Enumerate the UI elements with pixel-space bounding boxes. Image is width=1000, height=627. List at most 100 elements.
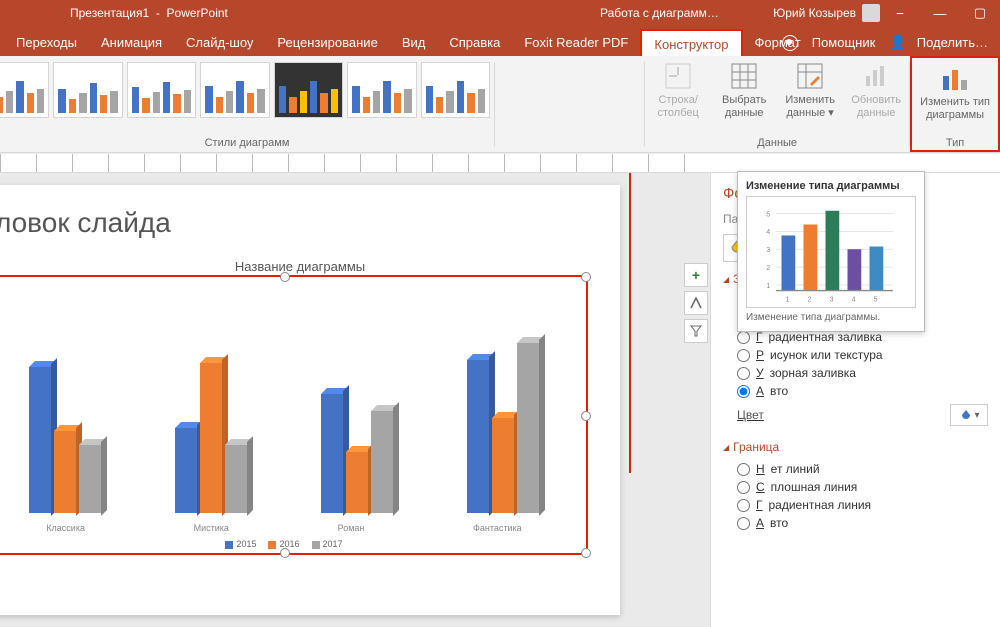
tell-me-icon [782,35,798,51]
select-data-icon [728,60,760,92]
selection-handle[interactable] [280,548,290,558]
chart-style-thumb[interactable] [421,62,490,118]
switch-row-column-icon [662,60,694,92]
window-controls: ⎯ — ▢ [880,0,1000,26]
tooltip-body: Изменение типа диаграммы. [746,312,916,323]
category-label: Фантастика [473,523,522,533]
chart-style-thumb[interactable] [347,62,416,118]
chart-bar[interactable] [346,452,368,513]
legend-item[interactable]: 2015 [225,539,256,549]
group-label-chart-styles: Стили диаграмм [0,137,494,149]
border-section-header[interactable]: Граница [723,440,988,454]
chart-bar[interactable] [492,418,514,513]
tab-foxit[interactable]: Foxit Reader PDF [512,29,640,56]
format-pane: Фо Пара З Нет заливкиСплошная заливкаГра… [710,173,1000,627]
tab-review[interactable]: Рецензирование [265,29,389,56]
fill-color-picker[interactable]: ▾ [950,404,988,426]
chart-styles-button[interactable] [684,291,708,315]
chart-styles-gallery[interactable] [0,56,494,120]
svg-text:2: 2 [808,297,812,304]
chart-plot-area[interactable] [0,285,576,513]
chart-style-thumb[interactable] [0,62,49,118]
fill-option[interactable]: Рисунок или текстура [723,346,988,364]
chart-style-thumb[interactable] [200,62,269,118]
tell-me[interactable]: Помощник [804,29,884,56]
selection-handle[interactable] [280,272,290,282]
svg-text:1: 1 [786,297,790,304]
edit-data-icon [794,60,826,92]
category-label: Роман [338,523,365,533]
account[interactable]: Юрий Козырев [773,4,880,22]
svg-text:2: 2 [766,265,770,272]
maximize-button[interactable]: ▢ [960,0,1000,26]
chart-elements-button[interactable]: + [684,263,708,287]
category-label: Классика [46,523,85,533]
change-chart-type-icon [939,62,971,94]
chart-bar[interactable] [467,360,489,513]
border-option[interactable]: Нет линий [723,460,988,478]
legend-item[interactable]: 2017 [312,539,343,549]
refresh-icon [860,60,892,92]
titlebar: Презентация1 - PowerPoint Работа с диагр… [0,0,1000,26]
chart-bar[interactable] [321,394,343,513]
border-option[interactable]: Градиентная линия [723,496,988,514]
group-label-type: Тип [910,137,1000,149]
share-button[interactable]: Поделить… [913,29,992,56]
horizontal-ruler [0,153,1000,173]
tab-view[interactable]: Вид [390,29,438,56]
selection-handle[interactable] [581,272,591,282]
chart-style-thumb[interactable] [274,62,343,118]
slide-canvas[interactable]: оловок слайда Название диаграммы Классик… [0,173,710,627]
selection-handle[interactable] [581,411,591,421]
chart-style-thumb[interactable] [127,62,196,118]
tab-slideshow[interactable]: Слайд-шоу [174,29,265,56]
border-option[interactable]: Сплошная линия [723,478,988,496]
chart-category-axis: Классика Мистика Роман Фантастика [0,523,576,533]
chart-bar[interactable] [225,445,247,513]
slide-title-placeholder[interactable]: оловок слайда [0,207,171,239]
fill-color-row: Цвет ▾ [723,400,988,430]
svg-text:4: 4 [766,229,770,236]
svg-text:3: 3 [766,247,770,254]
legend-item[interactable]: 2016 [268,539,299,549]
chart-title[interactable]: Название диаграммы [0,259,620,274]
chart-bar[interactable] [200,363,222,513]
group-label-data: Данные [645,137,909,149]
tooltip-preview-chart: 54321 12345 [746,196,916,308]
ribbon-tabs: Переходы Анимация Слайд-шоу Рецензирован… [0,26,1000,56]
avatar-icon [862,4,880,22]
chart-bar[interactable] [517,343,539,513]
tooltip-title: Изменение типа диаграммы [746,180,916,192]
user-name: Юрий Козырев [773,6,856,20]
chart-bar[interactable] [29,367,51,513]
category-label: Мистика [194,523,229,533]
change-chart-type-tooltip: Изменение типа диаграммы 54321 12345 [737,171,925,332]
fill-option[interactable]: Узорная заливка [723,364,988,382]
tab-transitions[interactable]: Переходы [4,29,89,56]
selection-handle[interactable] [581,548,591,558]
svg-text:4: 4 [852,297,856,304]
chart-style-thumb[interactable] [53,62,122,118]
tab-animations[interactable]: Анимация [89,29,174,56]
border-option[interactable]: Авто [723,514,988,532]
chart-filters-button[interactable] [684,319,708,343]
slide: оловок слайда Название диаграммы Классик… [0,185,620,615]
chart-bar[interactable] [175,428,197,513]
svg-text:1: 1 [766,283,770,290]
document-title: Презентация1 - PowerPoint [70,6,228,20]
ribbon-options-button[interactable]: ⎯ [880,0,920,26]
svg-text:5: 5 [874,297,878,304]
tab-help[interactable]: Справка [437,29,512,56]
chart-hover-tools: + [684,263,708,343]
tab-chart-design[interactable]: Конструктор [640,29,742,57]
chart-bar[interactable] [54,431,76,513]
color-label: Цвет [737,408,764,422]
chart-bar[interactable] [371,411,393,513]
fill-option[interactable]: Авто [723,382,988,400]
chart-legend[interactable]: 2015 2016 2017 [0,539,586,549]
share-icon: 👤 [889,34,906,51]
chart-bar[interactable] [79,445,101,513]
minimize-button[interactable]: — [920,0,960,26]
svg-text:3: 3 [830,297,834,304]
chart-object[interactable]: КлассикаМистикаРоманФантастика 201520162… [0,275,588,555]
